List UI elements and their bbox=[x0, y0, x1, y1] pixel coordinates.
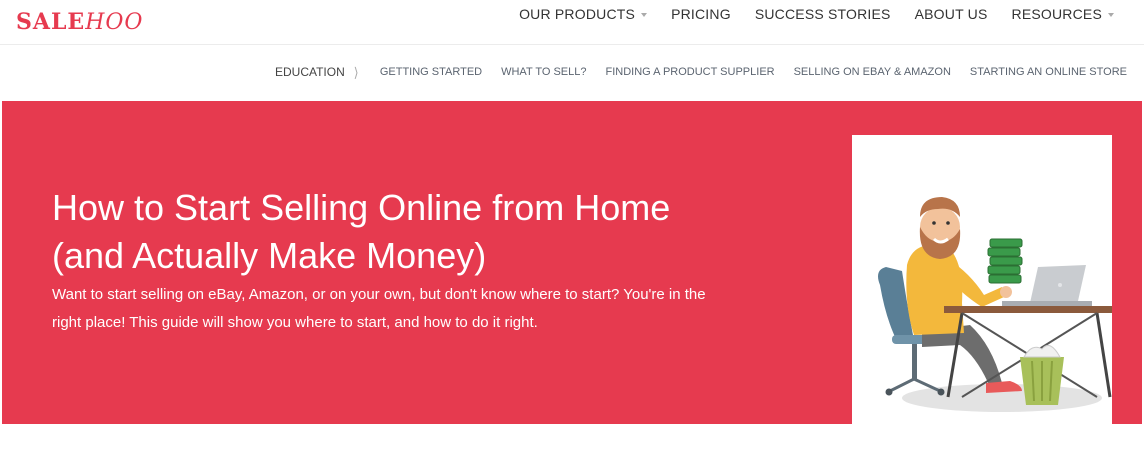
main-nav: OUR PRODUCTS PRICING SUCCESS STORIES ABO… bbox=[519, 0, 1114, 28]
hero-illustration-card bbox=[852, 135, 1114, 446]
subnav-finding-supplier[interactable]: FINDING A PRODUCT SUPPLIER bbox=[605, 66, 774, 78]
hero-title: How to Start Selling Online from Home (a… bbox=[52, 187, 671, 276]
logo-text-hoo: HOO bbox=[85, 10, 144, 35]
subnav-selling-ebay-amazon[interactable]: SELLING ON EBAY & AMAZON bbox=[794, 66, 951, 78]
nav-success-stories-label: SUCCESS STORIES bbox=[754, 6, 891, 22]
chevron-down-icon bbox=[1108, 12, 1114, 17]
nav-resources-label: RESOURCES bbox=[1011, 6, 1102, 22]
chevron-right-icon: ❭ bbox=[352, 65, 359, 79]
nav-about-us[interactable]: ABOUT US bbox=[915, 6, 988, 22]
logo-text-sale: SALE bbox=[16, 9, 86, 35]
subnav-starting-online-store[interactable]: STARTING AN ONLINE STORE bbox=[970, 66, 1127, 78]
nav-pricing-label: PRICING bbox=[671, 6, 731, 22]
nav-about-us-label: ABOUT US bbox=[914, 6, 988, 22]
salehoo-logo[interactable]: SALEHOO bbox=[16, 9, 143, 36]
subnav-what-to-sell[interactable]: WHAT TO SELL? bbox=[501, 66, 586, 78]
nav-our-products-label: OUR PRODUCTS bbox=[519, 6, 636, 22]
chevron-down-icon bbox=[641, 12, 648, 17]
top-navigation-bar: SALEHOO OUR PRODUCTS PRICING SUCCESS STO… bbox=[0, 0, 1144, 45]
hero-subtitle: Want to start selling on eBay, Amazon, o… bbox=[52, 286, 706, 331]
nav-our-products[interactable]: OUR PRODUCTS bbox=[519, 6, 648, 22]
nav-pricing[interactable]: PRICING bbox=[671, 6, 731, 22]
subnav-education-label: EDUCATION bbox=[274, 65, 345, 79]
nav-success-stories[interactable]: SUCCESS STORIES bbox=[755, 6, 891, 22]
subnav-education[interactable]: EDUCATION ❭ bbox=[275, 65, 361, 79]
nav-resources[interactable]: RESOURCES bbox=[1012, 6, 1114, 22]
subnav-getting-started[interactable]: GETTING STARTED bbox=[380, 66, 482, 78]
education-subnav: EDUCATION ❭ GETTING STARTED WHAT TO SELL… bbox=[275, 64, 1127, 80]
man-with-money-laptop-illustration bbox=[878, 197, 1114, 412]
